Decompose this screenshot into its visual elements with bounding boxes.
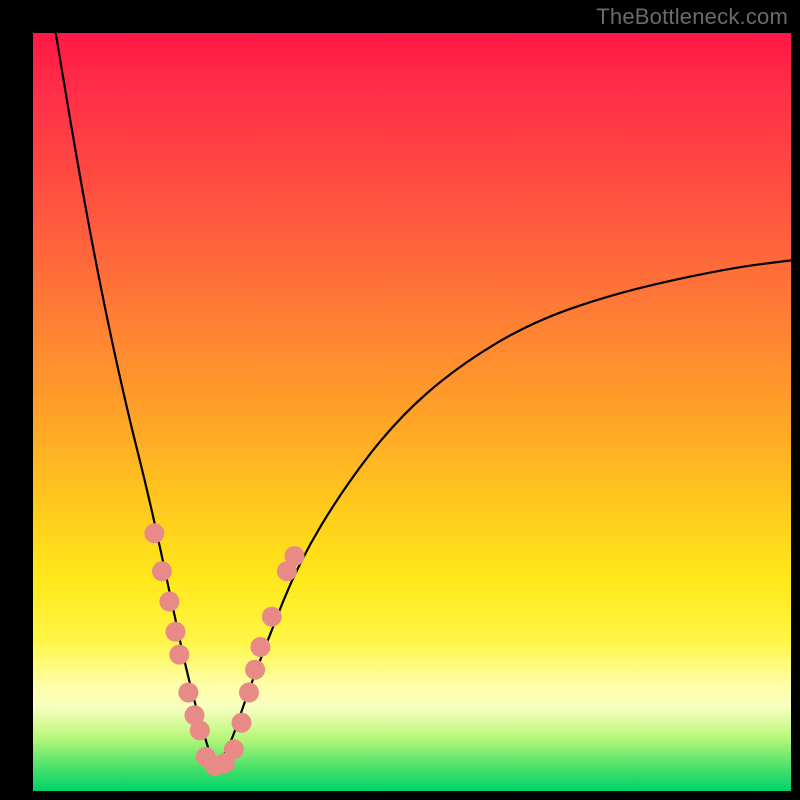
chart-frame: TheBottleneck.com: [0, 0, 800, 800]
data-marker: [224, 739, 244, 759]
data-marker: [245, 660, 265, 680]
data-marker: [166, 622, 186, 642]
data-marker: [159, 592, 179, 612]
curve-left-branch: [56, 33, 215, 768]
plot-area: [33, 33, 791, 791]
watermark-text: TheBottleneck.com: [596, 4, 788, 30]
data-marker: [232, 713, 252, 733]
data-marker: [178, 683, 198, 703]
data-marker: [239, 683, 259, 703]
data-marker: [285, 546, 305, 566]
data-marker: [169, 645, 189, 665]
data-marker: [144, 523, 164, 543]
data-marker: [250, 637, 270, 657]
chart-svg: [33, 33, 791, 791]
data-marker: [152, 561, 172, 581]
data-marker: [190, 720, 210, 740]
marker-group: [144, 523, 304, 776]
curve-right-branch: [215, 260, 791, 768]
data-marker: [262, 607, 282, 627]
